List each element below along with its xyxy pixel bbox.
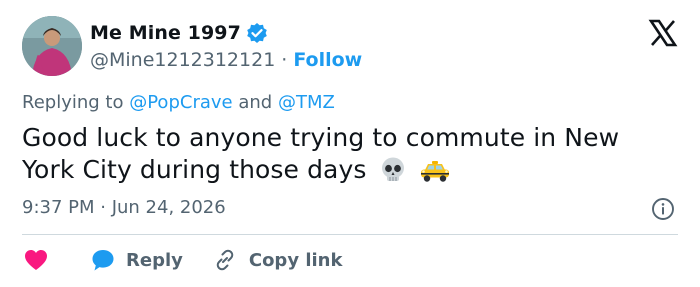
link-icon: [216, 249, 234, 271]
info-icon[interactable]: [651, 197, 675, 221]
author-handle[interactable]: @Mine1212312121: [90, 49, 275, 71]
verified-badge-icon: [246, 22, 268, 44]
x-logo-icon[interactable]: [648, 18, 678, 48]
reply-button[interactable]: Reply: [90, 247, 183, 273]
taxi-emoji-icon: [419, 156, 451, 192]
copy-link-label: Copy link: [248, 249, 343, 271]
mention-tmz[interactable]: @TMZ: [278, 92, 335, 113]
copy-link-button[interactable]: Copy link: [213, 248, 343, 272]
avatar-image: [22, 16, 82, 76]
avatar[interactable]: [22, 16, 82, 76]
author-display-name[interactable]: Me Mine 1997: [90, 22, 241, 44]
author-name-row: Me Mine 1997: [90, 20, 268, 46]
replying-to-line: Replying to @PopCrave and @TMZ: [22, 92, 335, 113]
reply-bubble-icon: [92, 250, 114, 271]
replying-prefix: Replying to: [22, 92, 124, 113]
reply-label: Reply: [126, 249, 183, 271]
like-button[interactable]: [22, 246, 50, 274]
replying-conjunction: and: [238, 92, 273, 113]
skull-emoji-icon: [379, 156, 407, 192]
divider: [22, 234, 678, 235]
tweet-timestamp[interactable]: 9:37 PM · Jun 24, 2026: [22, 197, 226, 218]
tweet-text: Good luck to anyone trying to commute in…: [22, 123, 620, 184]
mention-popcrave[interactable]: @PopCrave: [129, 92, 232, 113]
follow-button[interactable]: Follow: [293, 49, 362, 71]
author-handle-row: @Mine1212312121 · Follow: [90, 47, 362, 73]
tweet-body: Good luck to anyone trying to commute in…: [22, 122, 662, 192]
action-bar: Reply Copy link: [22, 246, 342, 274]
heart-icon: [25, 250, 47, 270]
separator-dot: ·: [281, 49, 288, 71]
